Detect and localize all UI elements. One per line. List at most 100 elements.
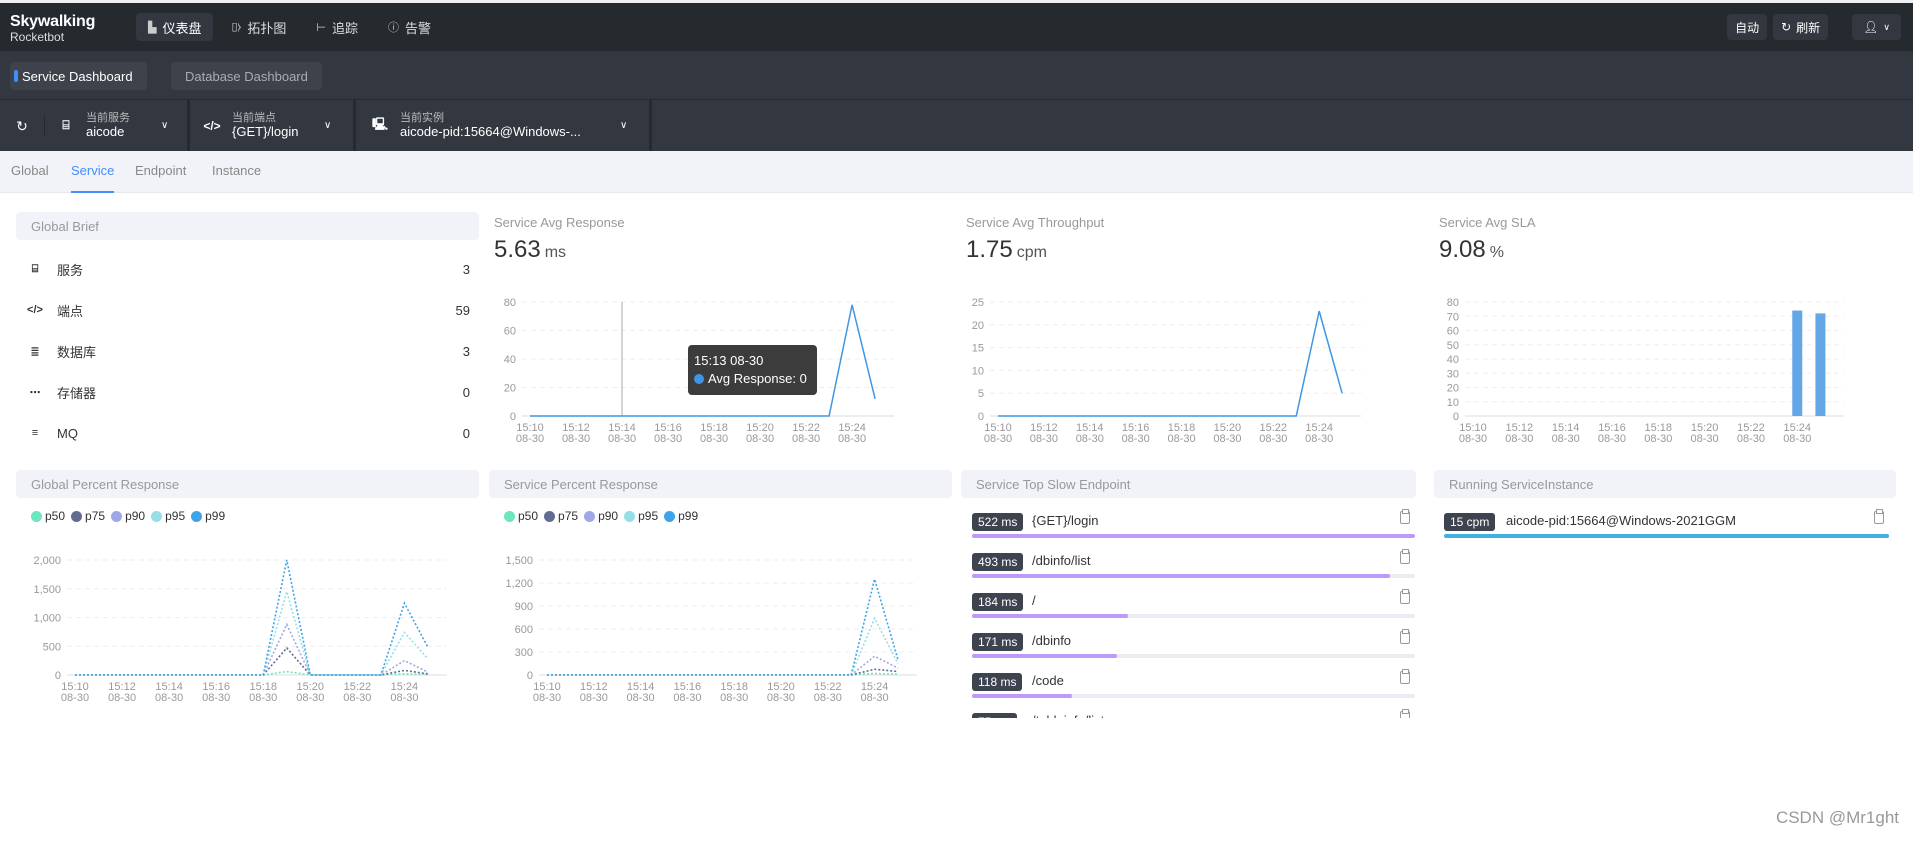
legend-item[interactable]: p75 — [71, 509, 105, 523]
mq-icon: ≡ — [31, 427, 39, 439]
brief-value: 3 — [462, 261, 470, 277]
clipboard-icon[interactable] — [1400, 549, 1410, 564]
clipboard-icon[interactable] — [1400, 629, 1410, 644]
divider — [44, 116, 45, 136]
legend-label: p50 — [518, 509, 539, 523]
y-tick-label: 20 — [504, 383, 516, 395]
endpoint-name: {GET}/login — [1032, 513, 1099, 528]
legend-dot-icon — [31, 510, 42, 522]
x-tick-sublabel: 08-30 — [1167, 433, 1195, 445]
y-tick-label: 40 — [504, 354, 516, 366]
y-tick-label: 40 — [1447, 354, 1459, 366]
legend-dot-icon — [584, 510, 596, 522]
instance-list-item[interactable]: 15 cpm aicode-pid:15664@Windows-2021GGM — [1444, 505, 1889, 545]
clipboard-icon[interactable] — [1400, 589, 1410, 604]
avg-throughput-chart[interactable]: 051015202515:1008-3015:1208-3015:1408-30… — [940, 290, 1400, 450]
tab-instance[interactable]: Instance — [212, 163, 261, 193]
legend-item[interactable]: p75 — [544, 509, 578, 523]
global-percent-legend: p50 p75 p90 p95 p99 — [31, 509, 225, 523]
legend-label: p75 — [85, 509, 106, 523]
clipboard-icon[interactable] — [1400, 669, 1410, 684]
tooltip-title: 15:13 08-30 — [694, 353, 764, 368]
avg-sla-chart[interactable]: 0102030405060708015:1008-3015:1208-3015:… — [1420, 290, 1900, 450]
endpoint-name: /tableinfo/list — [1032, 713, 1104, 718]
legend-item[interactable]: p90 — [111, 509, 145, 523]
legend-item[interactable]: p95 — [151, 509, 185, 523]
y-tick-label: 2,000 — [33, 555, 61, 567]
endpoint-list-item[interactable]: 118 ms/code — [970, 665, 1415, 705]
selector-bar: ↻ ⌸ 当前服务 aicode ∨ </> 当前端点 {GET}/login ∨… — [0, 99, 1913, 151]
legend-dot-icon — [151, 510, 163, 522]
clipboard-icon[interactable] — [1400, 509, 1410, 524]
legend-item[interactable]: p99 — [191, 509, 225, 523]
legend-label: p50 — [45, 509, 66, 523]
dashboard-tab-label: Database Dashboard — [185, 68, 308, 84]
chevron-down-icon: ∨ — [324, 120, 332, 131]
global-percent-chart[interactable]: 05001,0001,5002,00015:1008-3015:1208-301… — [0, 540, 480, 720]
nav-topology[interactable]: ▯⧽ 拓扑图 — [219, 13, 298, 41]
brief-label: 服务 — [57, 262, 84, 278]
service-percent-chart[interactable]: 03006009001,2001,50015:1008-3015:1208-30… — [480, 540, 960, 720]
y-tick-label: 1,000 — [33, 613, 61, 625]
endpoint-list-item[interactable]: 184 ms / — [970, 585, 1415, 625]
endpoint-bar-track — [972, 694, 1415, 698]
tab-global[interactable]: Global — [11, 163, 49, 193]
x-tick-sublabel: 08-30 — [608, 433, 636, 445]
instance-bar-fill — [1444, 534, 1889, 538]
legend-item[interactable]: p99 — [664, 509, 698, 523]
endpoint-name: / — [1032, 593, 1036, 608]
endpoint-bar-fill — [972, 574, 1391, 578]
x-tick-sublabel: 08-30 — [108, 692, 136, 704]
tab-endpoint[interactable]: Endpoint — [135, 163, 186, 193]
toolbar-right: 自动 ↻ 刷新 👤︎ ∨ — [1727, 14, 1913, 40]
reload-icon[interactable]: ↻ — [12, 116, 32, 136]
dashboard-tab-service[interactable]: Service Dashboard — [10, 62, 147, 90]
endpoint-selector[interactable]: </> 当前端点 {GET}/login ∨ — [190, 100, 356, 151]
slow-endpoint-list: 522 ms {GET}/login 493 ms/dbinfo/list 184 m… — [970, 505, 1415, 718]
legend-label: p75 — [558, 509, 579, 523]
tab-service[interactable]: Service — [71, 163, 115, 193]
endpoint-bar-track — [972, 654, 1415, 658]
tooltip-series: Avg Response — [708, 371, 793, 386]
series-line-p95 — [75, 588, 429, 676]
endpoint-list-item[interactable]: 522 ms {GET}/login — [970, 505, 1415, 545]
nav-alarm[interactable]: ⓘ 告警 — [376, 13, 443, 41]
legend-item[interactable]: p95 — [624, 509, 658, 523]
endpoint-bar-track — [972, 614, 1415, 618]
logo[interactable]: Skywalking Rocketbot — [10, 14, 95, 44]
series-line-p75 — [547, 668, 899, 676]
cache-icon: ⋯ — [29, 386, 41, 399]
global-percent-header: Global Percent Response — [16, 470, 479, 498]
legend-item[interactable]: p50 — [504, 509, 538, 523]
logo-subtitle: Rocketbot — [10, 30, 65, 44]
nav-label: 告警 — [405, 20, 432, 36]
legend-dot-icon — [544, 510, 556, 522]
user-menu-button[interactable]: 👤︎ ∨ — [1852, 14, 1901, 40]
dashboard-tab-database[interactable]: Database Dashboard — [171, 62, 322, 90]
x-tick-sublabel: 08-30 — [61, 692, 89, 704]
legend-item[interactable]: p50 — [31, 509, 65, 523]
legend-label: p99 — [678, 509, 699, 523]
endpoint-name: /dbinfo/list — [1032, 553, 1091, 568]
clipboard-icon[interactable] — [1874, 509, 1884, 524]
service-selector-value: aicode — [86, 123, 125, 139]
service-selector[interactable]: ⌸ 当前服务 aicode ∨ — [56, 100, 190, 151]
refresh-button[interactable]: ↻ 刷新 — [1773, 14, 1829, 40]
clipboard-icon[interactable] — [1400, 709, 1410, 718]
endpoint-list-item[interactable]: 75 ms/tableinfo/list — [970, 705, 1415, 718]
x-tick-sublabel: 08-30 — [1691, 433, 1719, 445]
y-tick-label: 1,500 — [33, 584, 61, 596]
dashboard-tab-label: Service Dashboard — [22, 68, 133, 84]
bar — [1792, 310, 1803, 416]
auto-refresh-button[interactable]: 自动 — [1727, 14, 1768, 40]
nav-dashboard[interactable]: ▙ 仪表盘 — [136, 13, 214, 41]
endpoint-latency-badge: 493 ms — [972, 553, 1024, 571]
instance-selector[interactable]: 🖳︎ 当前实例 aicode-pid:15664@Windows-... ∨ — [356, 100, 652, 151]
nav-trace[interactable]: ⊢ 追踪 — [304, 13, 370, 41]
x-tick-sublabel: 08-30 — [814, 692, 842, 704]
legend-item[interactable]: p90 — [584, 509, 618, 523]
service-percent-header: Service Percent Response — [489, 470, 952, 498]
endpoint-list-item[interactable]: 493 ms/dbinfo/list — [970, 545, 1415, 585]
endpoint-list-item[interactable]: 171 ms/dbinfo — [970, 625, 1415, 665]
y-tick-label: 50 — [1447, 340, 1459, 352]
